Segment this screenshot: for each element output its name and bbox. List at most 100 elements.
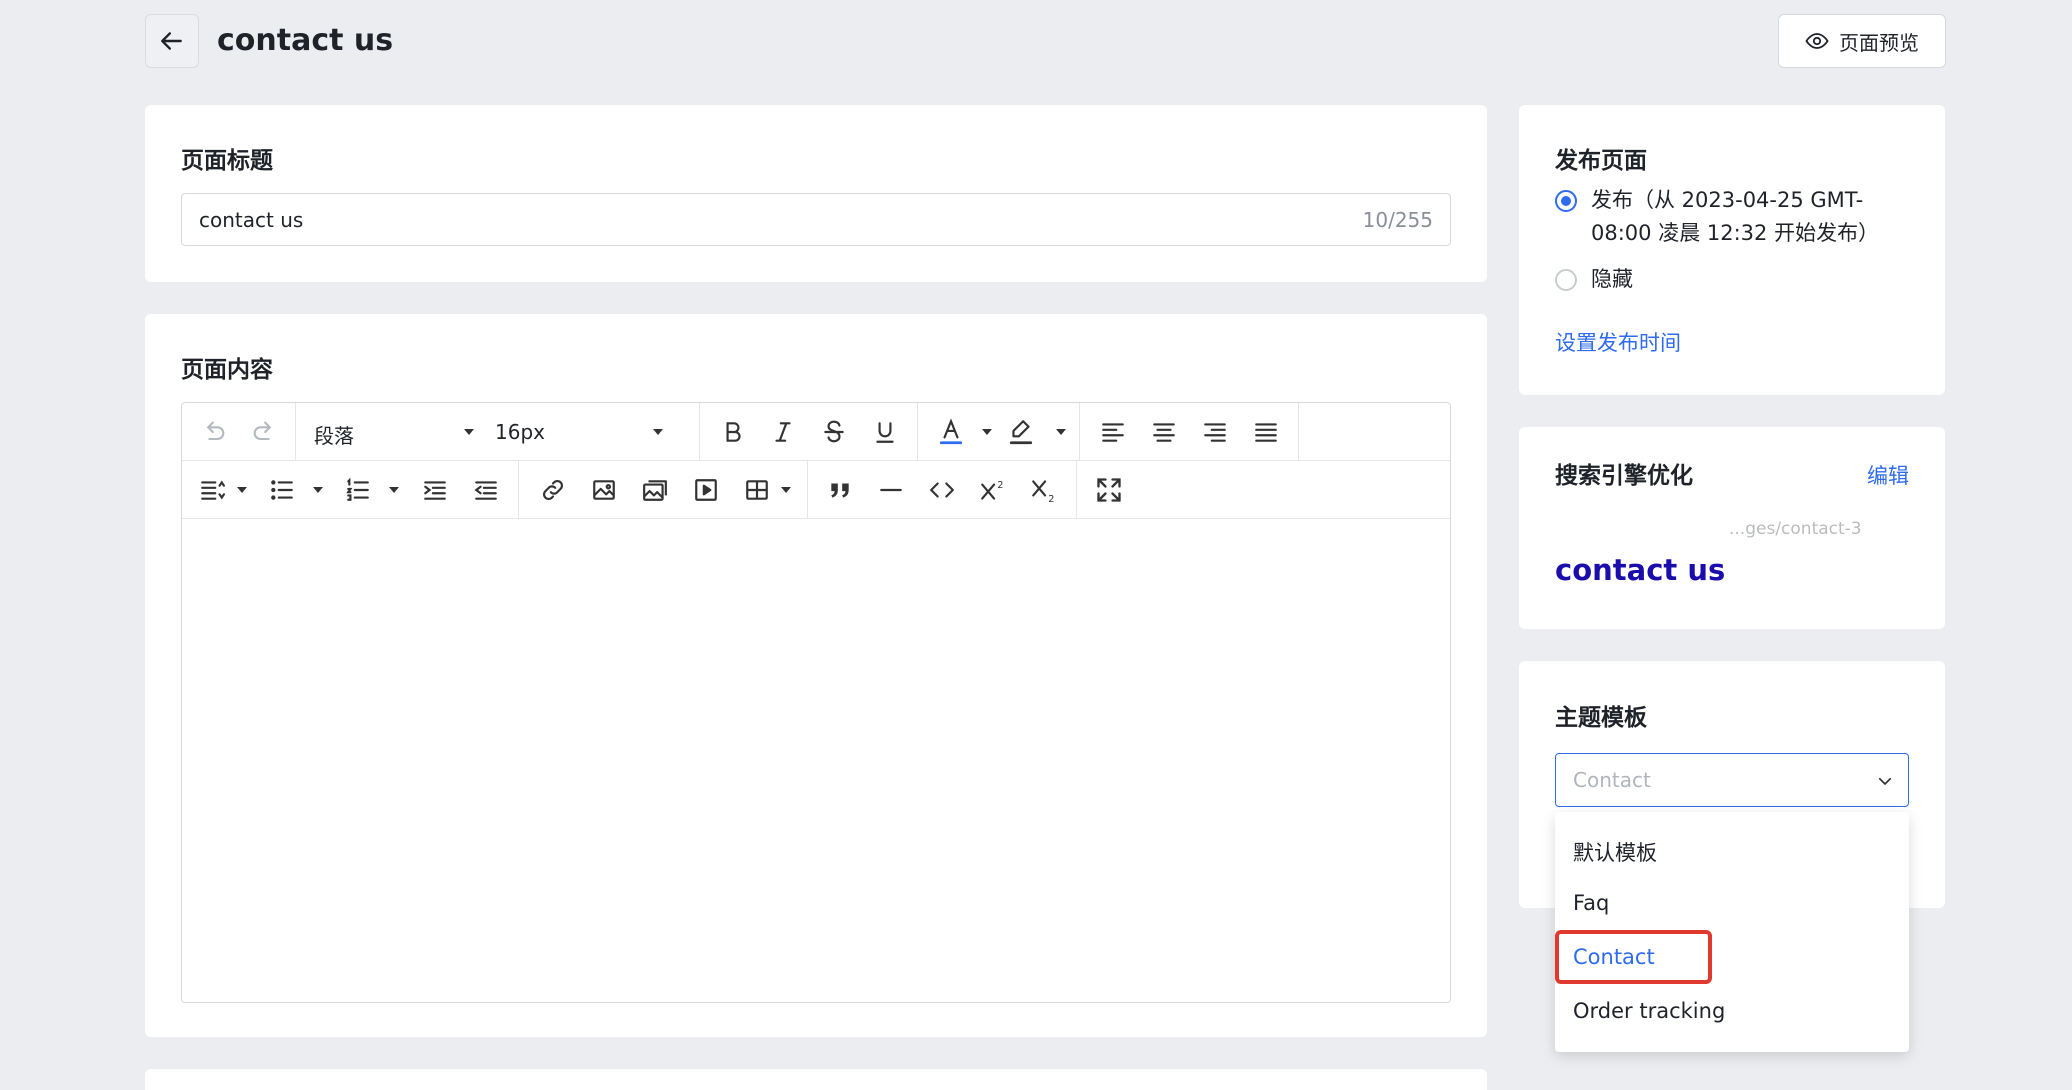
undo-button[interactable] — [194, 403, 234, 461]
numbered-list-button[interactable] — [340, 461, 376, 519]
dropdown-option[interactable]: Faq — [1573, 891, 1609, 915]
page-title-label: 页面标题 — [181, 148, 273, 174]
redo-button[interactable] — [244, 403, 284, 461]
caret-down-icon[interactable] — [237, 487, 247, 493]
bold-icon — [726, 422, 741, 442]
line-height-icon — [201, 480, 225, 500]
image-button[interactable] — [583, 461, 625, 519]
align-justify-button[interactable] — [1245, 403, 1287, 461]
caret-down-icon — [464, 429, 474, 435]
seo-url-snippet: ...ges/contact-3 — [1729, 519, 1862, 539]
page-preview-button[interactable]: 页面预览 — [1778, 14, 1946, 68]
publish-label: 发布页面 — [1555, 148, 1647, 174]
outdent-button[interactable] — [465, 461, 507, 519]
line-height-button[interactable] — [194, 461, 230, 519]
image-icon — [593, 480, 615, 500]
link-button[interactable] — [532, 461, 574, 519]
align-center-icon — [1153, 423, 1175, 442]
page-title-value: contact us — [199, 208, 304, 232]
horizontal-rule-button[interactable] — [870, 461, 912, 519]
quote-button[interactable] — [819, 461, 861, 519]
font-color-button[interactable] — [930, 403, 972, 461]
seo-preview-title: contact us — [1555, 553, 1726, 587]
indent-icon — [424, 481, 446, 500]
strikethrough-icon — [824, 420, 844, 443]
chevron-down-icon — [1878, 777, 1892, 785]
align-left-button[interactable] — [1092, 403, 1134, 461]
underline-icon — [876, 422, 894, 443]
font-color-icon — [939, 418, 963, 445]
page-title-input[interactable]: contact us 10/255 — [181, 193, 1451, 246]
gallery-icon — [643, 480, 667, 501]
indent-button[interactable] — [414, 461, 456, 519]
video-icon — [695, 479, 717, 501]
seo-label: 搜索引擎优化 — [1555, 463, 1693, 489]
theme-template-select-value: Contact — [1573, 768, 1651, 792]
editor-content-area[interactable] — [182, 520, 1450, 1002]
code-button[interactable] — [921, 461, 963, 519]
toolbar-separator — [518, 461, 519, 519]
dropdown-option[interactable]: 默认模板 — [1573, 837, 1657, 867]
gallery-button[interactable] — [634, 461, 676, 519]
hide-radio[interactable] — [1555, 269, 1577, 291]
caret-down-icon[interactable] — [982, 429, 992, 435]
next-card — [145, 1069, 1487, 1090]
theme-template-label: 主题模板 — [1555, 705, 1647, 731]
highlight-button[interactable] — [1000, 403, 1042, 461]
horizontal-rule-icon — [880, 488, 902, 492]
superscript-icon: 2 — [981, 480, 1003, 500]
back-button[interactable] — [145, 14, 199, 68]
toolbar-separator — [1079, 403, 1080, 461]
publish-option-line2: 08:00 凌晨 12:32 开始发布） — [1591, 221, 1880, 245]
toolbar-row-1: 段落 16px — [182, 403, 1450, 461]
publish-radio[interactable] — [1555, 190, 1577, 212]
paragraph-select[interactable]: 段落 — [296, 403, 486, 461]
highlight-annotation-box — [1555, 930, 1712, 984]
seo-card: 搜索引擎优化 编辑 ...ges/contact-3 contact us — [1519, 427, 1945, 629]
theme-template-select[interactable]: Contact — [1555, 753, 1909, 807]
align-left-icon — [1102, 423, 1124, 442]
dropdown-option[interactable]: Order tracking — [1573, 999, 1725, 1023]
page-title: contact us — [217, 23, 394, 58]
align-justify-icon — [1255, 423, 1277, 442]
caret-down-icon[interactable] — [313, 487, 323, 493]
hide-option-label: 隐藏 — [1591, 267, 1633, 291]
italic-button[interactable] — [762, 403, 804, 461]
strikethrough-button[interactable] — [813, 403, 855, 461]
fullscreen-button[interactable] — [1088, 461, 1130, 519]
table-icon — [746, 480, 768, 500]
superscript-button[interactable]: 2 — [972, 461, 1014, 519]
caret-down-icon[interactable] — [781, 487, 791, 493]
caret-down-icon — [653, 429, 663, 435]
caret-down-icon[interactable] — [1056, 429, 1066, 435]
seo-edit-link[interactable]: 编辑 — [1867, 460, 1909, 490]
page-preview-label: 页面预览 — [1839, 30, 1919, 55]
numbered-list-icon — [346, 477, 369, 501]
fullscreen-icon — [1097, 478, 1121, 502]
undo-icon — [206, 421, 225, 441]
video-button[interactable] — [685, 461, 727, 519]
toolbar-separator — [807, 461, 808, 519]
font-size-select[interactable]: 16px — [487, 403, 677, 461]
page-content-card: 页面内容 段落 16px 2 2 — [145, 314, 1487, 1037]
svg-text:2: 2 — [1048, 494, 1054, 504]
caret-down-icon[interactable] — [389, 487, 399, 493]
publish-option-label: 发布（从 2023-04-25 GMT- 08:00 凌晨 12:32 开始发布… — [1591, 184, 1879, 250]
set-publish-time-link[interactable]: 设置发布时间 — [1555, 327, 1681, 357]
underline-button[interactable] — [864, 403, 906, 461]
rich-text-editor: 段落 16px 2 2 — [181, 402, 1451, 1003]
link-icon — [543, 480, 563, 500]
align-center-button[interactable] — [1143, 403, 1185, 461]
paragraph-select-value: 段落 — [314, 424, 354, 448]
subscript-button[interactable]: 2 — [1023, 461, 1065, 519]
arrow-left-icon — [161, 32, 182, 50]
align-right-icon — [1204, 423, 1226, 442]
italic-icon — [775, 422, 791, 442]
table-button[interactable] — [736, 461, 778, 519]
char-counter: 10/255 — [1362, 208, 1433, 232]
bold-button[interactable] — [712, 403, 754, 461]
bullet-list-button[interactable] — [264, 461, 300, 519]
align-right-button[interactable] — [1194, 403, 1236, 461]
toolbar-separator — [1298, 403, 1299, 461]
toolbar-separator — [699, 403, 700, 461]
